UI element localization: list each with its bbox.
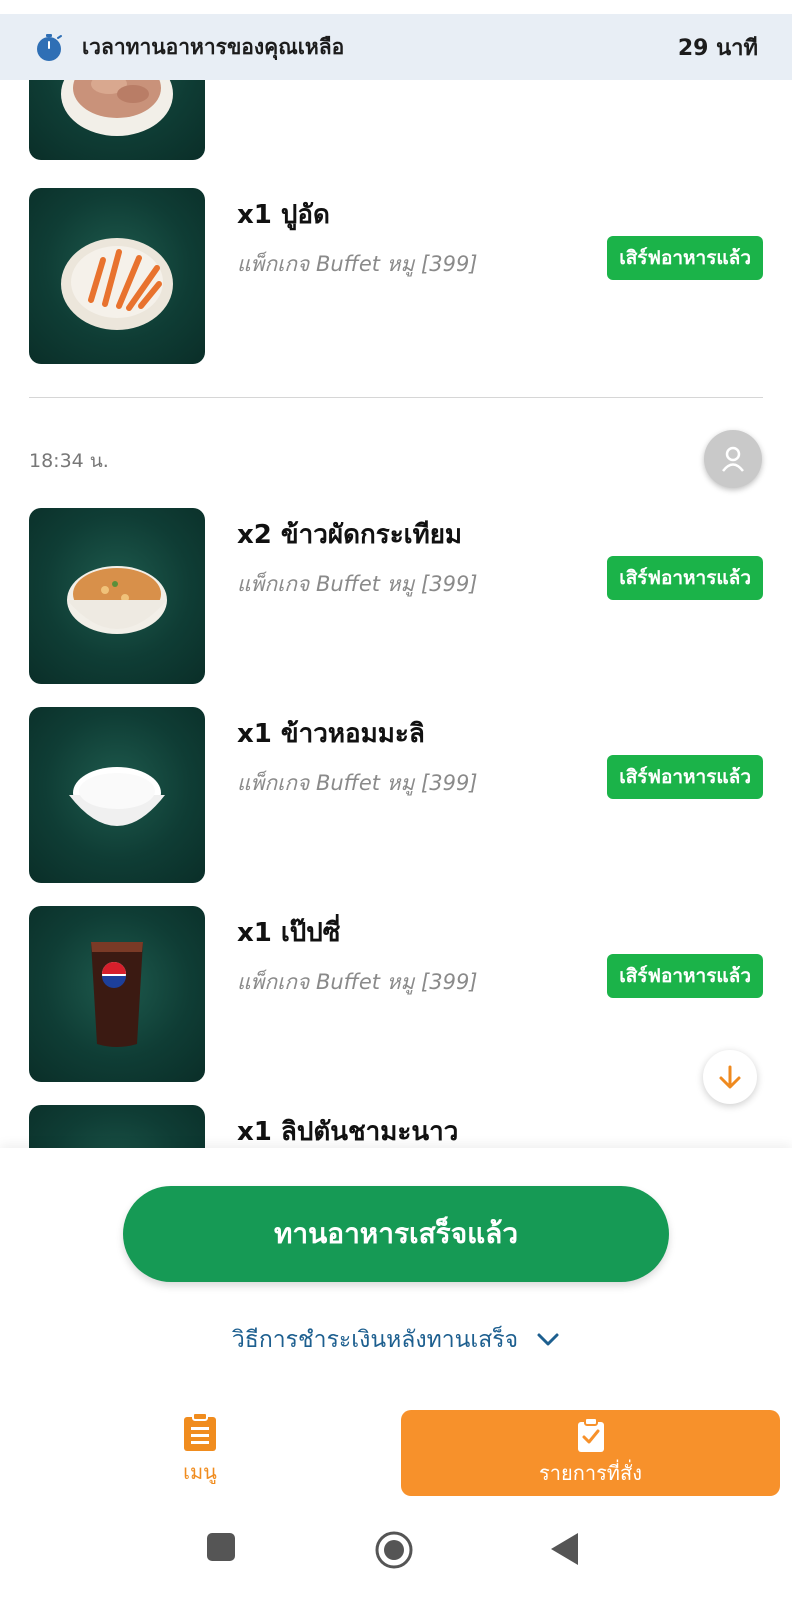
- order-list[interactable]: x1 ปูอัด แพ็กเกจ Buffet หมู [399] เสิร์ฟ…: [0, 80, 792, 1148]
- rice-bowl-icon: [69, 767, 165, 826]
- bottom-nav: เมนู รายการที่สั่ง: [0, 1398, 792, 1504]
- item-package: แพ็กเกจ Buffet หมู [399]: [237, 970, 478, 994]
- nav-tab-menu-label: เมนู: [183, 1460, 217, 1484]
- food-thumbnail: [29, 188, 205, 364]
- nav-tab-orders-label: รายการที่สั่ง: [539, 1461, 642, 1485]
- food-thumbnail: [29, 508, 205, 684]
- order-list-screen: เวลาทานอาหารของคุณเหลือ 29 นาที x1 ปูอัด…: [0, 0, 792, 1600]
- arrow-down-icon: [719, 1065, 741, 1089]
- item-title: x1 ลิปตันชามะนาว: [237, 1117, 459, 1147]
- status-badge: เสิร์ฟอาหารแล้ว: [607, 954, 763, 998]
- item-title: x1 เป๊ปซี่: [237, 918, 341, 948]
- list-item: x1 ข้าวหอมมะลิ แพ็กเกจ Buffet หมู [399] …: [29, 707, 763, 883]
- food-thumbnail: [29, 1105, 205, 1148]
- order-time: 18:34 น.: [29, 450, 109, 472]
- menu-clipboard-icon: [184, 1412, 216, 1451]
- item-title: x1 ปูอัด: [237, 200, 330, 230]
- food-thumbnail: [29, 80, 205, 160]
- list-item: x1 ปูอัด แพ็กเกจ Buffet หมู [399] เสิร์ฟ…: [29, 188, 763, 364]
- chevron-down-icon: [537, 1333, 559, 1346]
- list-item: x2 ข้าวผัดกระเทียม แพ็กเกจ Buffet หมู [3…: [29, 508, 763, 684]
- back-icon[interactable]: [550, 1532, 580, 1566]
- clipboard-check-icon: [577, 1417, 604, 1452]
- item-package: แพ็กเกจ Buffet หมู [399]: [237, 771, 478, 795]
- finish-meal-button[interactable]: ทานอาหารเสร็จแล้ว: [123, 1186, 669, 1282]
- nav-tab-menu[interactable]: เมนู: [120, 1412, 280, 1498]
- timer-bar: เวลาทานอาหารของคุณเหลือ 29 นาที: [0, 14, 792, 80]
- list-item: x1 เป๊ปซี่ แพ็กเกจ Buffet หมู [399] เสิร…: [29, 906, 763, 1082]
- item-title: x1 ข้าวหอมมะลิ: [237, 719, 425, 749]
- status-badge: เสิร์ฟอาหารแล้ว: [607, 755, 763, 799]
- food-thumbnail: [29, 707, 205, 883]
- payment-method-toggle[interactable]: วิธีการชำระเงินหลังทานเสร็จ: [0, 1322, 792, 1358]
- nav-tab-orders[interactable]: รายการที่สั่ง: [401, 1410, 780, 1496]
- stopwatch-icon: [37, 34, 62, 61]
- timer-label: เวลาทานอาหารของคุณเหลือ: [82, 34, 345, 59]
- system-navigation-bar: [0, 1504, 792, 1600]
- timer-value: 29 นาที: [677, 35, 758, 61]
- list-item: [29, 80, 763, 160]
- scroll-down-button[interactable]: [703, 1050, 757, 1104]
- action-panel: ทานอาหารเสร็จแล้ว วิธีการชำระเงินหลังทาน…: [0, 1148, 792, 1398]
- item-title: x2 ข้าวผัดกระเทียม: [237, 520, 463, 550]
- status-badge: เสิร์ฟอาหารแล้ว: [607, 556, 763, 600]
- fried-rice-icon: [67, 566, 167, 634]
- item-package: แพ็กเกจ Buffet หมู [399]: [237, 252, 478, 276]
- recents-icon[interactable]: [206, 1532, 236, 1562]
- food-thumbnail: [29, 906, 205, 1082]
- staff-call-button[interactable]: [704, 430, 762, 488]
- list-item: x1 ลิปตันชามะนาว: [29, 1105, 763, 1148]
- status-badge: เสิร์ฟอาหารแล้ว: [607, 236, 763, 280]
- pepsi-glass-icon: [91, 942, 143, 1047]
- crab-stick-icon: [61, 238, 173, 330]
- item-package: แพ็กเกจ Buffet หมู [399]: [237, 572, 478, 596]
- person-icon: [722, 446, 744, 472]
- dish-icon: [61, 80, 173, 136]
- divider: [29, 397, 763, 398]
- home-icon[interactable]: [374, 1530, 414, 1570]
- payment-method-label: วิธีการชำระเงินหลังทานเสร็จ: [231, 1327, 519, 1353]
